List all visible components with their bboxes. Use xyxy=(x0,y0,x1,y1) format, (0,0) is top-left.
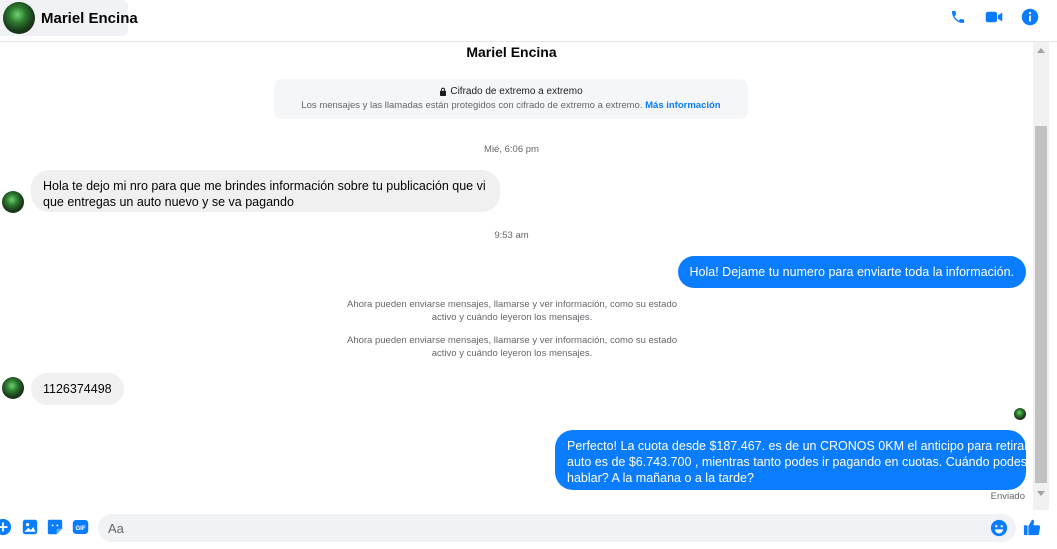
contact-profile-button[interactable]: Mariel Encina xyxy=(0,0,138,36)
timestamp: Mié, 6:06 pm xyxy=(484,144,539,155)
emoji-icon[interactable] xyxy=(990,519,1008,537)
scroll-down-arrow[interactable] xyxy=(1037,491,1045,496)
scroll-thumb[interactable] xyxy=(1035,126,1047,483)
gif-icon[interactable]: GIF xyxy=(71,518,89,536)
contact-message-avatar[interactable] xyxy=(2,191,24,213)
scroll-up-arrow[interactable] xyxy=(1037,48,1045,53)
contact-name[interactable]: Mariel Encina xyxy=(41,10,138,27)
svg-text:GIF: GIF xyxy=(75,525,86,532)
video-camera-icon[interactable] xyxy=(983,6,1005,28)
thread-scrollbar[interactable] xyxy=(1033,42,1049,510)
message-composer: GIF xyxy=(0,510,1057,549)
encryption-notice: Cifrado de extremo a extremo Los mensaje… xyxy=(274,79,748,119)
sticker-icon[interactable] xyxy=(46,518,64,536)
message-thread[interactable]: Mariel Encina Cifrado de extremo a extre… xyxy=(0,42,1033,510)
plus-icon[interactable] xyxy=(0,518,12,536)
system-note: Ahora pueden enviarse mensajes, llamarse… xyxy=(346,335,678,359)
incoming-message[interactable]: Hola te dejo mi nro para que me brindes … xyxy=(31,170,500,212)
phone-icon[interactable] xyxy=(947,6,969,28)
encryption-description: Los mensajes y las llamadas están proteg… xyxy=(301,100,643,111)
info-icon[interactable] xyxy=(1019,6,1041,28)
thumbs-up-icon[interactable] xyxy=(1023,518,1041,536)
image-icon[interactable] xyxy=(21,518,39,536)
more-info-link[interactable]: Más información xyxy=(645,100,721,111)
outgoing-message[interactable]: Hola! Dejame tu numero para enviarte tod… xyxy=(677,256,1026,288)
timestamp: 9:53 am xyxy=(494,230,529,241)
header-actions xyxy=(947,6,1041,28)
system-note: Ahora pueden enviarse mensajes, llamarse… xyxy=(346,299,678,323)
lock-icon xyxy=(440,87,447,96)
message-input[interactable] xyxy=(98,514,1016,542)
incoming-message[interactable]: 1126374498 xyxy=(31,373,124,405)
contact-message-avatar[interactable] xyxy=(2,377,24,399)
encryption-title: Cifrado de extremo a extremo xyxy=(450,86,583,97)
conversation-header: Mariel Encina xyxy=(0,0,1057,42)
seen-avatar xyxy=(1014,408,1026,420)
outgoing-message[interactable]: Perfecto! La cuota desde $187.467. es de… xyxy=(555,430,1033,490)
thread-title: Mariel Encina xyxy=(466,44,557,60)
contact-avatar[interactable] xyxy=(3,2,35,34)
sent-status: Enviado xyxy=(990,491,1025,502)
